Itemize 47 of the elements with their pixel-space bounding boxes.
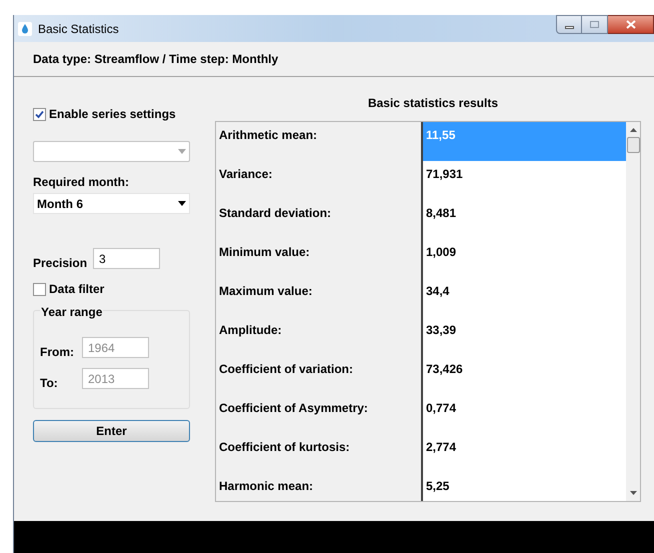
month-label: Required month: [33, 174, 130, 191]
close-button[interactable] [608, 15, 654, 34]
caret-icon [178, 201, 186, 206]
close-icon [626, 20, 636, 29]
stat-value[interactable]: 33,39 [421, 317, 626, 356]
stat-value[interactable]: 1,009 [421, 239, 626, 278]
precision-field[interactable]: 3 [93, 248, 160, 269]
stat-label: Harmonic mean: [218, 478, 314, 495]
minimize-button[interactable] [556, 15, 582, 34]
from-label: From: [40, 344, 75, 361]
enter-button[interactable]: Enter [33, 420, 190, 442]
stat-value[interactable]: 73,426 [421, 356, 626, 395]
results-title: Basic statistics results [366, 95, 500, 112]
stat-label: Arithmetic mean: [218, 127, 318, 144]
stat-label: Standard deviation: [218, 205, 332, 222]
stat-label: Maximum value: [218, 283, 314, 300]
caret-icon [178, 149, 186, 154]
checkbox-label: Data filter [49, 281, 104, 298]
stat-label: Minimum value: [218, 244, 311, 261]
stat-value[interactable]: 71,931 [421, 161, 626, 200]
month-dropdown[interactable]: Month 6 [33, 193, 190, 214]
checkbox-label: Enable series settings [49, 106, 176, 123]
scroll-down-icon [630, 491, 636, 495]
stat-label: Coefficient of Asymmetry: [218, 400, 369, 417]
minimize-icon [564, 26, 574, 29]
stat-label: Coefficient of kurtosis: [218, 439, 351, 456]
stat-value[interactable]: 5,25 [421, 473, 626, 501]
to-label: To: [40, 375, 59, 392]
stat-value[interactable]: 8,481 [421, 200, 626, 239]
stat-label: Variance: [218, 166, 274, 183]
stat-label: Coefficient of variation: [218, 361, 354, 378]
precision-label: Precision [33, 255, 88, 272]
stat-value[interactable]: 0,774 [421, 395, 626, 434]
series-dropdown[interactable] [33, 141, 190, 162]
water-drop-icon [18, 22, 32, 36]
stat-value[interactable]: 2,774 [421, 434, 626, 473]
check-icon [35, 110, 44, 118]
scroll-up-icon [630, 128, 636, 132]
window-title: Basic Statistics [38, 20, 119, 38]
maximize-icon [590, 21, 599, 28]
scroll-thumb[interactable] [626, 137, 640, 153]
data-type-label: Data type: Streamflow / Time step: Monthly [33, 51, 278, 68]
checkbox[interactable] [33, 282, 46, 296]
stat-value[interactable]: 34,4 [421, 278, 626, 317]
stat-label: Amplitude: [218, 322, 283, 339]
maximize-button[interactable] [582, 15, 608, 34]
checkbox[interactable] [33, 108, 46, 120]
